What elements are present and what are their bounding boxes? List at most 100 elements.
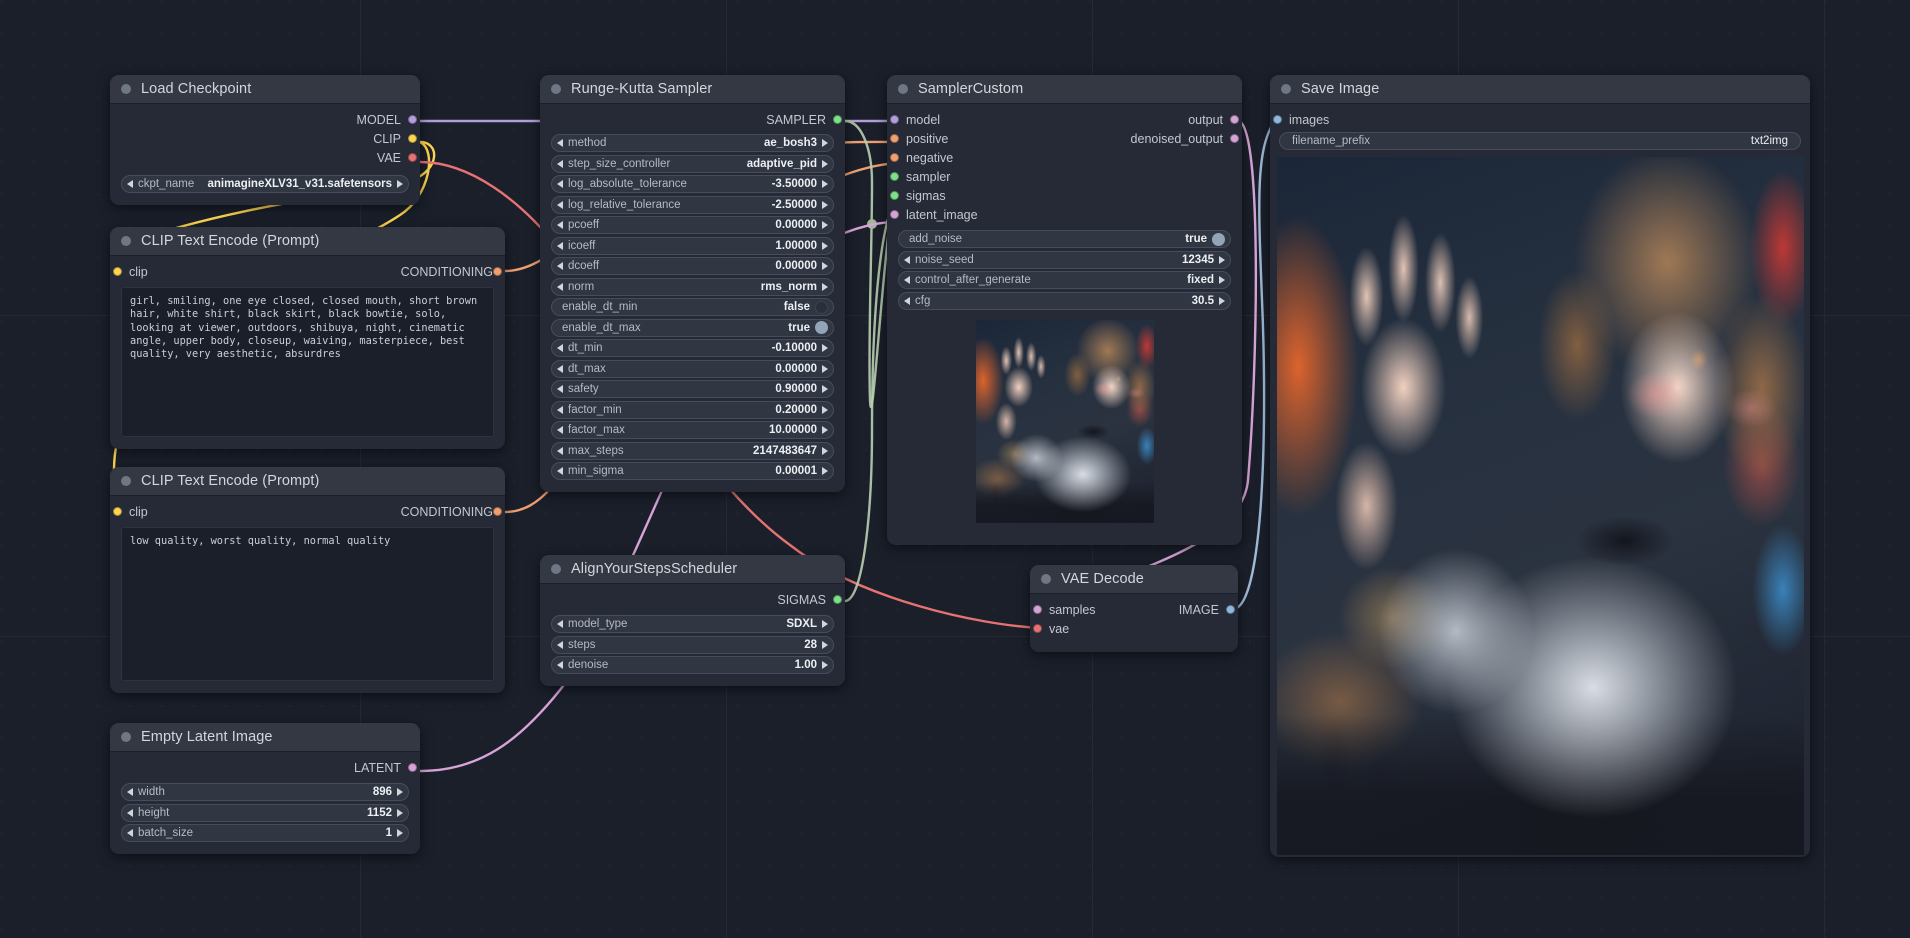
decrement-arrow-icon[interactable]	[127, 180, 133, 188]
decrement-arrow-icon[interactable]	[904, 276, 910, 284]
node-sampler-custom[interactable]: SamplerCustom model output positive deno…	[887, 75, 1242, 545]
slot-dot-icon[interactable]	[1033, 624, 1042, 633]
increment-arrow-icon[interactable]	[822, 446, 828, 455]
node-vae-decode[interactable]: VAE Decode samples IMAGE vae	[1030, 565, 1238, 652]
decrement-arrow-icon[interactable]	[127, 788, 133, 796]
output-slot-sampler[interactable]: SAMPLER	[540, 110, 845, 129]
decrement-arrow-icon[interactable]	[557, 159, 563, 168]
increment-arrow-icon[interactable]	[1219, 255, 1225, 264]
slot-dot-icon[interactable]	[1230, 134, 1239, 143]
slot-dot-icon[interactable]	[113, 267, 122, 276]
slot-dot-icon[interactable]	[890, 191, 899, 200]
increment-arrow-icon[interactable]	[822, 640, 828, 649]
decrement-arrow-icon[interactable]	[557, 364, 563, 373]
increment-arrow-icon[interactable]	[822, 241, 828, 250]
slot-dot-icon[interactable]	[493, 507, 502, 516]
node-title-bar[interactable]: SamplerCustom	[887, 75, 1242, 104]
node-title-bar[interactable]: CLIP Text Encode (Prompt)	[110, 467, 505, 496]
node-load-checkpoint[interactable]: Load Checkpoint MODEL CLIP VAE ckpt_name…	[110, 75, 420, 205]
prompt-textarea[interactable]: low quality, worst quality, normal quali…	[121, 527, 494, 681]
widget-log-relative-tolerance[interactable]: log_relative_tolerance -2.50000	[551, 195, 834, 214]
decrement-arrow-icon[interactable]	[557, 426, 563, 434]
combo-overlap-field[interactable]: ckpt_name animagineXLV31_v31.safetensors	[138, 176, 392, 192]
node-empty-latent-image[interactable]: Empty Latent Image LATENT width 896 heig…	[110, 723, 420, 854]
output-slot-vae[interactable]: VAE	[110, 148, 420, 167]
output-slot-model[interactable]: MODEL	[110, 110, 420, 129]
decrement-arrow-icon[interactable]	[127, 829, 133, 837]
increment-arrow-icon[interactable]	[822, 221, 828, 229]
widget-safety[interactable]: safety 0.90000	[551, 380, 834, 398]
slot-dot-icon[interactable]	[890, 153, 899, 162]
collapse-dot-icon[interactable]	[121, 236, 131, 246]
increment-arrow-icon[interactable]	[822, 385, 828, 393]
input-slot-clip[interactable]: clip CONDITIONING	[110, 262, 505, 281]
widget-cfg[interactable]: cfg 30.5	[898, 291, 1231, 310]
widget-dt-min[interactable]: dt_min -0.10000	[551, 339, 834, 357]
widget-model-type[interactable]: model_type SDXL	[551, 615, 834, 633]
node-image-preview[interactable]: anime girl waving, shibuya at night	[975, 319, 1154, 523]
increment-arrow-icon[interactable]	[1219, 276, 1225, 284]
decrement-arrow-icon[interactable]	[557, 640, 563, 649]
slot-dot-icon[interactable]	[408, 153, 417, 162]
widget-dcoeff[interactable]: dcoeff 0.00000	[551, 257, 834, 275]
collapse-dot-icon[interactable]	[1281, 84, 1291, 94]
decrement-arrow-icon[interactable]	[557, 139, 563, 147]
widget-icoeff[interactable]: icoeff 1.00000	[551, 236, 834, 255]
toggle-switch[interactable]	[815, 321, 828, 334]
decrement-arrow-icon[interactable]	[557, 344, 563, 352]
widget-method[interactable]: method ae_bosh3	[551, 134, 834, 152]
increment-arrow-icon[interactable]	[397, 180, 403, 188]
widget-add-noise[interactable]: add_noise true	[898, 230, 1231, 248]
input-slot-vae[interactable]: vae	[1030, 619, 1238, 638]
decrement-arrow-icon[interactable]	[127, 808, 133, 817]
decrement-arrow-icon[interactable]	[557, 446, 563, 455]
widget-batch-size[interactable]: batch_size 1	[121, 824, 409, 842]
node-title-bar[interactable]: Load Checkpoint	[110, 75, 420, 104]
collapse-dot-icon[interactable]	[551, 84, 561, 94]
decrement-arrow-icon[interactable]	[557, 467, 563, 475]
increment-arrow-icon[interactable]	[397, 808, 403, 817]
widget-min-sigma[interactable]: min_sigma 0.00001	[551, 462, 834, 480]
output-slot-sigmas[interactable]: SIGMAS	[540, 590, 845, 609]
decrement-arrow-icon[interactable]	[557, 620, 563, 628]
node-align-your-steps-scheduler[interactable]: AlignYourStepsScheduler SIGMAS model_typ…	[540, 555, 845, 686]
slot-dot-icon[interactable]	[833, 595, 842, 604]
widget-max-steps[interactable]: max_steps 2147483647	[551, 441, 834, 460]
increment-arrow-icon[interactable]	[822, 180, 828, 188]
widget-height[interactable]: height 1152	[121, 803, 409, 822]
increment-arrow-icon[interactable]	[822, 364, 828, 373]
node-clip-text-encode-positive[interactable]: CLIP Text Encode (Prompt) clip CONDITION…	[110, 227, 505, 449]
collapse-dot-icon[interactable]	[551, 564, 561, 574]
widget-denoise[interactable]: denoise 1.00	[551, 656, 834, 674]
decrement-arrow-icon[interactable]	[904, 255, 910, 264]
slot-dot-icon[interactable]	[408, 763, 417, 772]
node-image-preview[interactable]: anime girl waving, shibuya at night	[1276, 156, 1804, 855]
node-graph-canvas[interactable]: Load Checkpoint MODEL CLIP VAE ckpt_name…	[0, 0, 1910, 938]
widget-dt-max[interactable]: dt_max 0.00000	[551, 359, 834, 378]
increment-arrow-icon[interactable]	[822, 426, 828, 434]
slot-dot-icon[interactable]	[1033, 605, 1042, 614]
slot-dot-icon[interactable]	[890, 134, 899, 143]
increment-arrow-icon[interactable]	[822, 344, 828, 352]
collapse-dot-icon[interactable]	[898, 84, 908, 94]
slot-dot-icon[interactable]	[1230, 115, 1239, 124]
increment-arrow-icon[interactable]	[822, 661, 828, 669]
slot-dot-icon[interactable]	[833, 115, 842, 124]
increment-arrow-icon[interactable]	[822, 200, 828, 209]
node-title-bar[interactable]: CLIP Text Encode (Prompt)	[110, 227, 505, 256]
input-slot-sampler[interactable]: sampler	[887, 167, 1242, 186]
decrement-arrow-icon[interactable]	[557, 405, 563, 414]
decrement-arrow-icon[interactable]	[557, 241, 563, 250]
slot-dot-icon[interactable]	[408, 134, 417, 143]
node-title-bar[interactable]: Save Image	[1270, 75, 1810, 104]
node-clip-text-encode-negative[interactable]: CLIP Text Encode (Prompt) clip CONDITION…	[110, 467, 505, 693]
increment-arrow-icon[interactable]	[822, 139, 828, 147]
slot-dot-icon[interactable]	[493, 267, 502, 276]
input-slot-clip[interactable]: clip CONDITIONING	[110, 502, 505, 521]
widget-step-size-controller[interactable]: step_size_controller adaptive_pid	[551, 154, 834, 173]
decrement-arrow-icon[interactable]	[557, 200, 563, 209]
widget-control-after-generate[interactable]: control_after_generate fixed	[898, 271, 1231, 289]
decrement-arrow-icon[interactable]	[557, 180, 563, 188]
decrement-arrow-icon[interactable]	[557, 282, 563, 291]
decrement-arrow-icon[interactable]	[557, 385, 563, 393]
